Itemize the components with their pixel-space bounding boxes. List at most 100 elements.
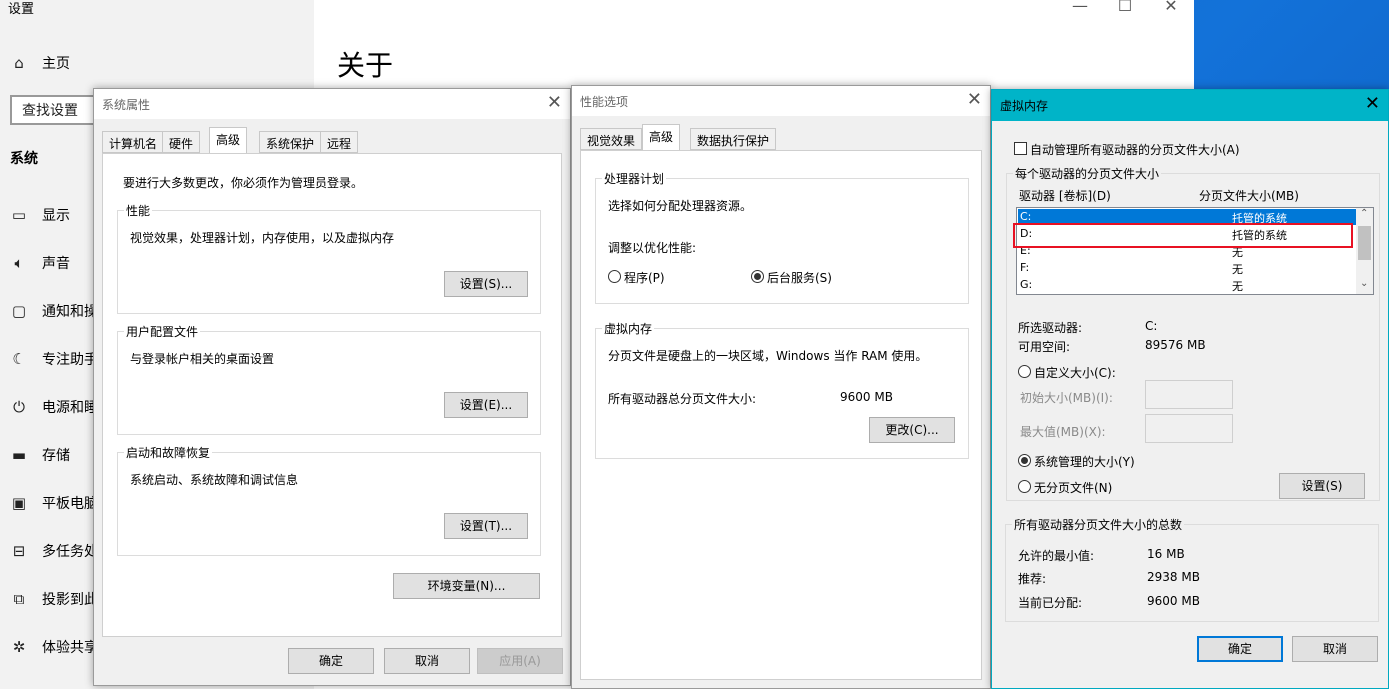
close-icon[interactable]: ✕	[1365, 93, 1380, 114]
minimize-icon[interactable]: —	[1065, 0, 1095, 15]
multitask-icon: ⊟	[12, 542, 26, 560]
close-icon[interactable]: ✕	[1156, 0, 1186, 15]
apply-button[interactable]: 应用(A)	[477, 648, 563, 674]
ok-button[interactable]: 确定	[1197, 636, 1283, 662]
tab-hardware[interactable]: 硬件	[162, 131, 201, 153]
tab-remote[interactable]: 远程	[320, 131, 359, 153]
selected-drive-value: C:	[1145, 319, 1158, 333]
dialog-titlebar: 虚拟内存 ✕	[992, 90, 1388, 121]
tab-advanced[interactable]: 高级	[642, 124, 681, 150]
vm-total-value: 9600 MB	[840, 390, 893, 404]
nav-label: 电源和睡	[42, 400, 98, 416]
nav-label: 投影到此	[42, 592, 98, 608]
speaker-icon: 🔈︎	[14, 254, 24, 272]
performance-settings-button[interactable]: 设置(S)...	[444, 271, 528, 297]
nav-label: 多任务处	[42, 544, 98, 560]
nav-label: 存储	[42, 448, 70, 464]
tab-visual-effects[interactable]: 视觉效果	[580, 128, 643, 150]
tablet-icon: ▣	[11, 494, 27, 512]
drive-row-g[interactable]: G: 无	[1018, 277, 1356, 293]
group-label: 启动和故障恢复	[124, 444, 213, 461]
initial-size-label: 初始大小(MB)(I):	[1020, 391, 1113, 405]
group-label: 用户配置文件	[124, 323, 201, 340]
close-icon[interactable]: ✕	[967, 89, 982, 110]
drive-name: C:	[1020, 210, 1032, 223]
set-button[interactable]: 设置(S)	[1279, 473, 1365, 499]
dialog-titlebar: 系统属性 ✕	[94, 89, 570, 119]
custom-size-label[interactable]: 自定义大小(C):	[1034, 364, 1116, 381]
nav-label: 显示	[42, 208, 70, 224]
drive-name: F:	[1020, 261, 1030, 274]
profile-settings-button[interactable]: 设置(E)...	[444, 392, 528, 418]
drive-size: 无	[1232, 280, 1243, 293]
size-column-header: 分页文件大小(MB)	[1199, 189, 1299, 203]
section-heading: 系统	[10, 151, 38, 167]
moon-icon: ☾	[12, 350, 26, 368]
group-label: 每个驱动器的分页文件大小	[1013, 165, 1162, 182]
drive-column-header: 驱动器 [卷标](D)	[1019, 189, 1111, 203]
current-allocated-value: 9600 MB	[1147, 594, 1200, 608]
share-icon: ✲	[12, 638, 26, 656]
cancel-button[interactable]: 取消	[384, 648, 470, 674]
no-paging-file-label[interactable]: 无分页文件(N)	[1034, 479, 1112, 496]
recommended-label: 推荐:	[1018, 572, 1047, 586]
free-space-label: 可用空间:	[1018, 340, 1071, 354]
chevron-down-icon[interactable]: ⌄	[1360, 278, 1368, 289]
home-icon: ⌂	[14, 54, 24, 72]
virtual-memory-group: 虚拟内存 分页文件是硬盘上的一块区域，Windows 当作 RAM 使用。 所有…	[595, 320, 969, 459]
processor-scheduling-group: 处理器计划 选择如何分配处理器资源。 调整以优化性能: 程序(P) 后台服务(S…	[595, 170, 969, 304]
auto-manage-label[interactable]: 自动管理所有驱动器的分页文件大小(A)	[1030, 141, 1240, 158]
vm-total-label: 所有驱动器总分页文件大小:	[608, 392, 757, 406]
tab-advanced[interactable]: 高级	[209, 127, 248, 153]
dialog-title: 性能选项	[580, 95, 629, 109]
settings-title: 设置	[8, 2, 35, 17]
optimize-label: 调整以优化性能:	[608, 241, 697, 255]
system-managed-radio[interactable]	[1018, 454, 1031, 467]
drive-row-f[interactable]: F: 无	[1018, 260, 1356, 276]
programs-radio[interactable]	[608, 270, 621, 283]
tab-system-protection[interactable]: 系统保护	[259, 131, 322, 153]
selected-drive-label: 所选驱动器:	[1018, 321, 1083, 335]
dialog-title: 虚拟内存	[1000, 99, 1049, 113]
group-description: 与登录帐户相关的桌面设置	[130, 352, 275, 366]
user-profile-group: 用户配置文件 与登录帐户相关的桌面设置 设置(E)...	[117, 323, 541, 435]
project-icon: ⧉	[13, 590, 25, 608]
background-services-label[interactable]: 后台服务(S)	[767, 269, 832, 286]
auto-manage-checkbox[interactable]	[1014, 142, 1027, 155]
tab-dep[interactable]: 数据执行保护	[690, 128, 777, 150]
group-label: 所有驱动器分页文件大小的总数	[1012, 516, 1185, 533]
drive-size: 无	[1232, 263, 1243, 276]
tab-strip: 计算机名 硬件 高级 系统保护 远程	[102, 127, 562, 155]
dialog-titlebar: 性能选项 ✕	[572, 86, 990, 116]
system-managed-label[interactable]: 系统管理的大小(Y)	[1034, 453, 1135, 470]
max-size-field[interactable]	[1145, 414, 1233, 443]
tab-computer-name[interactable]: 计算机名	[102, 131, 165, 153]
change-button[interactable]: 更改(C)...	[869, 417, 955, 443]
group-description: 分页文件是硬盘上的一块区域，Windows 当作 RAM 使用。	[608, 349, 928, 363]
startup-settings-button[interactable]: 设置(T)...	[444, 513, 528, 539]
custom-size-radio[interactable]	[1018, 365, 1031, 378]
tab-panel-advanced: 要进行大多数更改，你必须作为管理员登录。 性能 视觉效果，处理器计划，内存使用，…	[102, 153, 562, 637]
chevron-up-icon[interactable]: ⌃	[1360, 208, 1368, 219]
no-paging-file-radio[interactable]	[1018, 480, 1031, 493]
ok-button[interactable]: 确定	[288, 648, 374, 674]
max-size-label: 最大值(MB)(X):	[1020, 425, 1106, 439]
group-label: 性能	[124, 202, 153, 219]
min-allowed-value: 16 MB	[1147, 547, 1185, 561]
programs-label[interactable]: 程序(P)	[624, 269, 665, 286]
monitor-icon: ▭	[11, 206, 27, 224]
nav-home[interactable]: ⌂ 主页	[0, 43, 314, 83]
drive-list[interactable]: C: 托管的系统 D: 托管的系统 E: 无 F: 无 G: 无 ⌃ ⌄	[1016, 207, 1374, 295]
close-icon[interactable]: ✕	[547, 92, 562, 113]
cancel-button[interactable]: 取消	[1292, 636, 1378, 662]
background-services-radio[interactable]	[751, 270, 764, 283]
drive-list-scrollbar[interactable]: ⌃ ⌄	[1356, 208, 1373, 294]
scrollbar-thumb[interactable]	[1358, 226, 1371, 260]
page-title: 关于	[337, 49, 394, 82]
group-description: 选择如何分配处理器资源。	[608, 199, 753, 213]
initial-size-field[interactable]	[1145, 380, 1233, 409]
group-description: 系统启动、系统故障和调试信息	[130, 473, 299, 487]
nav-label: 平板电脑	[42, 496, 98, 512]
maximize-icon[interactable]: ☐	[1110, 0, 1140, 15]
environment-variables-button[interactable]: 环境变量(N)...	[393, 573, 540, 599]
